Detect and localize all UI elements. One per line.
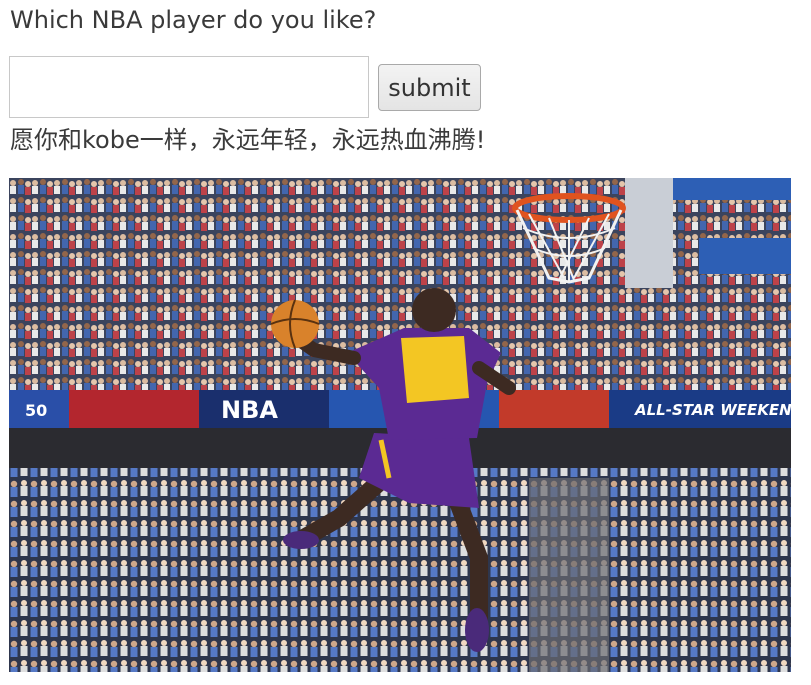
kobe-dunk-photo: 50 NBA ALL-STAR WEEKEND <box>9 178 791 672</box>
banner-left-text: 50 <box>25 401 47 420</box>
banner-nba-text: NBA <box>221 396 278 424</box>
basketball <box>270 299 320 349</box>
result-message: 愿你和kobe一样，永远年轻，永远热血沸腾! <box>10 126 486 154</box>
submit-button[interactable]: submit <box>378 64 481 111</box>
question-label: Which NBA player do you like? <box>10 6 377 34</box>
player-name-input[interactable] <box>9 56 369 118</box>
backboard-support <box>625 178 673 288</box>
banner-allstar-text: ALL-STAR WEEKEND <box>634 401 791 419</box>
